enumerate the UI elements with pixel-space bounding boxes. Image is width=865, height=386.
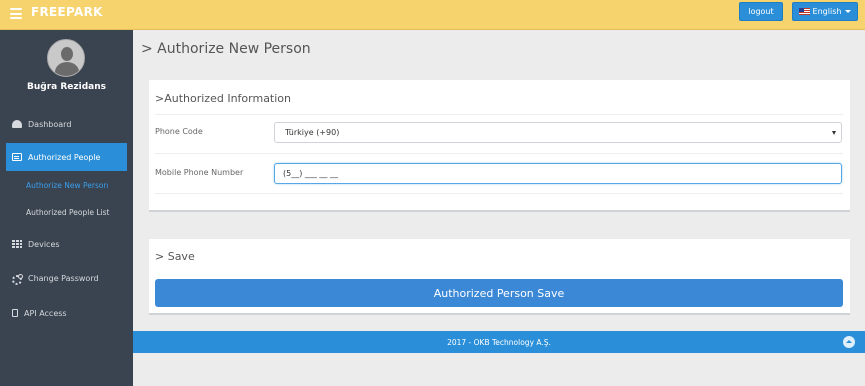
sidebar-item-devices[interactable]: Devices: [6, 230, 127, 258]
top-bar: FREEPARK logout English: [0, 0, 865, 30]
language-dropdown[interactable]: English: [792, 2, 858, 21]
caret-down-icon: [845, 10, 852, 13]
sidebar-subitem-authorize-new-person[interactable]: Authorize New Person: [26, 181, 108, 190]
sidebar-item-label: Dashboard: [28, 119, 72, 129]
us-flag-icon: [798, 8, 810, 15]
phone-code-label: Phone Code: [155, 127, 203, 136]
gears-icon: [12, 274, 23, 285]
id-card-icon: [12, 153, 22, 161]
scroll-to-top-icon[interactable]: [843, 336, 855, 348]
mobile-phone-input[interactable]: (5__) ___ __ __: [274, 163, 842, 184]
phone-code-select[interactable]: Türkiye (+90): [274, 122, 842, 143]
footer-text: 2017 - OKB Technology A.Ş.: [447, 337, 551, 347]
sidebar-item-label: Change Password: [28, 273, 99, 283]
avatar: [47, 39, 85, 77]
mobile-icon: [12, 309, 18, 317]
sidebar-item-label: Authorized People: [28, 152, 101, 162]
hamburger-menu-icon[interactable]: [10, 8, 22, 19]
sidebar-item-dashboard[interactable]: Dashboard: [6, 110, 127, 138]
language-label: English: [812, 7, 842, 16]
sidebar-subitem-authorized-people-list[interactable]: Authorized People List: [26, 208, 109, 217]
save-panel: > Save Authorized Person Save: [149, 239, 850, 315]
page-title: > Authorize New Person: [141, 41, 311, 57]
sidebar-item-api-access[interactable]: API Access: [6, 299, 127, 327]
authorized-information-panel: >Authorized Information Phone Code Türki…: [149, 80, 850, 212]
divider: [155, 193, 843, 194]
sidebar-item-authorized-people[interactable]: Authorized People: [6, 143, 127, 171]
sidebar-item-change-password[interactable]: Change Password: [6, 264, 127, 292]
footer: 2017 - OKB Technology A.Ş.: [133, 331, 865, 353]
sidebar-item-label: Devices: [28, 239, 60, 249]
grid-icon: [12, 240, 22, 248]
panel-title: >Authorized Information: [155, 92, 292, 105]
user-name: Buğra Rezidans: [27, 82, 106, 92]
sidebar-item-label: API Access: [24, 308, 67, 318]
divider: [155, 153, 843, 154]
sidebar: Buğra Rezidans Dashboard Authorized Peop…: [0, 30, 133, 386]
phone-code-value: Türkiye (+90): [285, 128, 340, 137]
brand-logo[interactable]: FREEPARK: [31, 5, 103, 19]
panel-title: > Save: [155, 250, 195, 263]
logout-button[interactable]: logout: [739, 2, 783, 21]
mobile-phone-label: Mobile Phone Number: [155, 168, 244, 177]
authorized-person-save-button[interactable]: Authorized Person Save: [155, 279, 843, 307]
caret-down-icon: [832, 131, 836, 135]
dashboard-icon: [12, 120, 22, 128]
divider: [155, 114, 843, 115]
